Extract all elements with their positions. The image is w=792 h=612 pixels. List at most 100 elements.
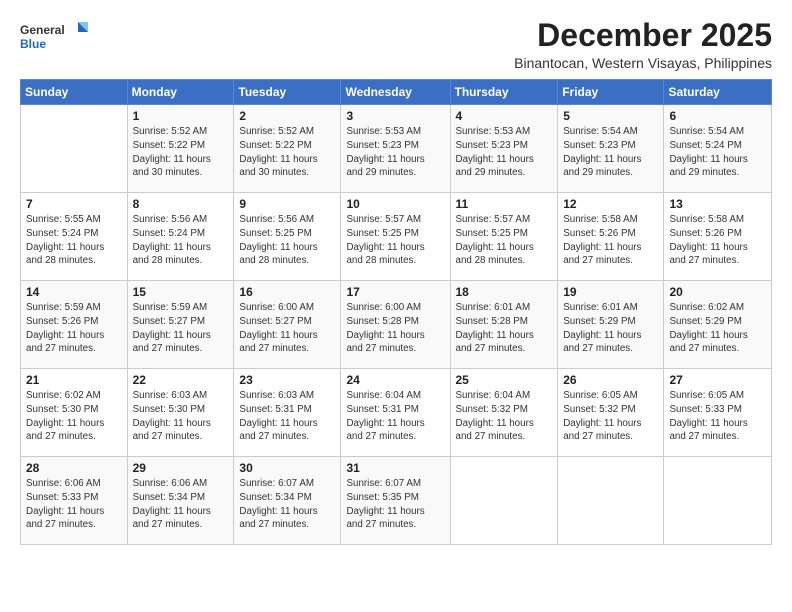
table-cell: 5 Sunrise: 5:54 AM Sunset: 5:23 PM Daylig… <box>558 105 664 193</box>
day-info: Sunrise: 6:03 AM Sunset: 5:31 PM Dayligh… <box>239 389 335 444</box>
table-cell: 17 Sunrise: 6:00 AM Sunset: 5:28 PM Dayli… <box>341 281 450 369</box>
day-number: 28 <box>26 461 122 475</box>
week-row-4: 21Sunrise: 6:02 AM Sunset: 5:30 PM Dayli… <box>21 369 772 457</box>
day-number: 17 <box>346 285 444 299</box>
day-info: Sunrise: 6:04 AM Sunset: 5:31 PM Dayligh… <box>346 389 444 444</box>
day-info: Sunrise: 5:54 AM Sunset: 5:23 PM Dayligh… <box>563 125 658 180</box>
day-number: 16 <box>239 285 335 299</box>
day-number: 20 <box>669 285 766 299</box>
day-number: 9 <box>239 197 335 211</box>
day-number: 14 <box>26 285 122 299</box>
header-saturday: Saturday <box>664 80 772 105</box>
day-number: 26 <box>563 373 658 387</box>
header-wednesday: Wednesday <box>341 80 450 105</box>
location-title: Binantocan, Western Visayas, Philippines <box>514 55 772 71</box>
day-info: Sunrise: 5:59 AM Sunset: 5:26 PM Dayligh… <box>26 301 122 356</box>
day-info: Sunrise: 6:00 AM Sunset: 5:27 PM Dayligh… <box>239 301 335 356</box>
table-cell: 13 Sunrise: 5:58 AM Sunset: 5:26 PM Dayli… <box>664 193 772 281</box>
day-number: 10 <box>346 197 444 211</box>
table-cell: 16 Sunrise: 6:00 AM Sunset: 5:27 PM Dayli… <box>234 281 341 369</box>
table-cell: 14 Sunrise: 5:59 AM Sunset: 5:26 PM Dayli… <box>21 281 128 369</box>
table-cell <box>558 457 664 545</box>
week-row-3: 14 Sunrise: 5:59 AM Sunset: 5:26 PM Dayli… <box>21 281 772 369</box>
table-cell: 3 Sunrise: 5:53 AM Sunset: 5:23 PM Daylig… <box>341 105 450 193</box>
week-row-5: 28 Sunrise: 6:06 AM Sunset: 5:33 PM Dayli… <box>21 457 772 545</box>
weekday-header-row: Sunday Monday Tuesday Wednesday Thursday… <box>21 80 772 105</box>
day-info: Sunrise: 6:06 AM Sunset: 5:34 PM Dayligh… <box>133 477 229 532</box>
day-info: Sunrise: 6:05 AM Sunset: 5:32 PM Dayligh… <box>563 389 658 444</box>
day-info: Sunrise: 6:00 AM Sunset: 5:28 PM Dayligh… <box>346 301 444 356</box>
logo-svg: General Blue <box>20 18 90 58</box>
day-number: 5 <box>563 109 658 123</box>
day-number: 11 <box>456 197 553 211</box>
day-number: 4 <box>456 109 553 123</box>
day-number: 1 <box>133 109 229 123</box>
table-cell <box>450 457 558 545</box>
day-number: 31 <box>346 461 444 475</box>
day-info: Sunrise: 5:56 AM Sunset: 5:25 PM Dayligh… <box>239 213 335 268</box>
day-info: Sunrise: 6:02 AM Sunset: 5:30 PM Dayligh… <box>26 389 122 444</box>
day-number: 29 <box>133 461 229 475</box>
logo: General Blue <box>20 18 90 58</box>
day-info: Sunrise: 6:03 AM Sunset: 5:30 PM Dayligh… <box>133 389 229 444</box>
day-info: Sunrise: 5:57 AM Sunset: 5:25 PM Dayligh… <box>456 213 553 268</box>
header-thursday: Thursday <box>450 80 558 105</box>
day-number: 19 <box>563 285 658 299</box>
month-title: December 2025 <box>514 18 772 53</box>
table-cell: 31 Sunrise: 6:07 AM Sunset: 5:35 PM Dayli… <box>341 457 450 545</box>
table-cell: 2Sunrise: 5:52 AM Sunset: 5:22 PM Daylig… <box>234 105 341 193</box>
title-area: December 2025 Binantocan, Western Visaya… <box>514 18 772 71</box>
day-info: Sunrise: 5:59 AM Sunset: 5:27 PM Dayligh… <box>133 301 229 356</box>
table-cell: 21Sunrise: 6:02 AM Sunset: 5:30 PM Dayli… <box>21 369 128 457</box>
day-info: Sunrise: 5:52 AM Sunset: 5:22 PM Dayligh… <box>133 125 229 180</box>
table-cell <box>21 105 128 193</box>
day-info: Sunrise: 5:57 AM Sunset: 5:25 PM Dayligh… <box>346 213 444 268</box>
day-info: Sunrise: 5:58 AM Sunset: 5:26 PM Dayligh… <box>563 213 658 268</box>
table-cell: 15 Sunrise: 5:59 AM Sunset: 5:27 PM Dayli… <box>127 281 234 369</box>
day-info: Sunrise: 6:07 AM Sunset: 5:35 PM Dayligh… <box>346 477 444 532</box>
day-info: Sunrise: 6:07 AM Sunset: 5:34 PM Dayligh… <box>239 477 335 532</box>
day-info: Sunrise: 5:53 AM Sunset: 5:23 PM Dayligh… <box>346 125 444 180</box>
table-cell: 18Sunrise: 6:01 AM Sunset: 5:28 PM Dayli… <box>450 281 558 369</box>
day-info: Sunrise: 6:02 AM Sunset: 5:29 PM Dayligh… <box>669 301 766 356</box>
header-area: General Blue December 2025 Binantocan, W… <box>20 18 772 71</box>
svg-text:General: General <box>20 23 65 37</box>
table-cell: 22 Sunrise: 6:03 AM Sunset: 5:30 PM Dayli… <box>127 369 234 457</box>
day-info: Sunrise: 6:05 AM Sunset: 5:33 PM Dayligh… <box>669 389 766 444</box>
week-row-1: 1 Sunrise: 5:52 AM Sunset: 5:22 PM Daylig… <box>21 105 772 193</box>
day-number: 8 <box>133 197 229 211</box>
table-cell: 1 Sunrise: 5:52 AM Sunset: 5:22 PM Daylig… <box>127 105 234 193</box>
day-number: 22 <box>133 373 229 387</box>
day-info: Sunrise: 6:04 AM Sunset: 5:32 PM Dayligh… <box>456 389 553 444</box>
calendar-table: Sunday Monday Tuesday Wednesday Thursday… <box>20 79 772 545</box>
table-cell: 28 Sunrise: 6:06 AM Sunset: 5:33 PM Dayli… <box>21 457 128 545</box>
table-cell: 26 Sunrise: 6:05 AM Sunset: 5:32 PM Dayli… <box>558 369 664 457</box>
day-info: Sunrise: 5:53 AM Sunset: 5:23 PM Dayligh… <box>456 125 553 180</box>
table-cell: 25Sunrise: 6:04 AM Sunset: 5:32 PM Dayli… <box>450 369 558 457</box>
table-cell: 11 Sunrise: 5:57 AM Sunset: 5:25 PM Dayli… <box>450 193 558 281</box>
table-cell: 23 Sunrise: 6:03 AM Sunset: 5:31 PM Dayli… <box>234 369 341 457</box>
table-cell: 30 Sunrise: 6:07 AM Sunset: 5:34 PM Dayli… <box>234 457 341 545</box>
day-number: 15 <box>133 285 229 299</box>
week-row-2: 7Sunrise: 5:55 AM Sunset: 5:24 PM Daylig… <box>21 193 772 281</box>
day-info: Sunrise: 6:06 AM Sunset: 5:33 PM Dayligh… <box>26 477 122 532</box>
table-cell: 9 Sunrise: 5:56 AM Sunset: 5:25 PM Daylig… <box>234 193 341 281</box>
table-cell: 27 Sunrise: 6:05 AM Sunset: 5:33 PM Dayli… <box>664 369 772 457</box>
table-cell <box>664 457 772 545</box>
day-number: 3 <box>346 109 444 123</box>
header-sunday: Sunday <box>21 80 128 105</box>
table-cell: 10 Sunrise: 5:57 AM Sunset: 5:25 PM Dayli… <box>341 193 450 281</box>
day-number: 6 <box>669 109 766 123</box>
day-info: Sunrise: 6:01 AM Sunset: 5:28 PM Dayligh… <box>456 301 553 356</box>
day-number: 13 <box>669 197 766 211</box>
day-info: Sunrise: 6:01 AM Sunset: 5:29 PM Dayligh… <box>563 301 658 356</box>
table-cell: 8 Sunrise: 5:56 AM Sunset: 5:24 PM Daylig… <box>127 193 234 281</box>
day-info: Sunrise: 5:56 AM Sunset: 5:24 PM Dayligh… <box>133 213 229 268</box>
day-number: 7 <box>26 197 122 211</box>
day-number: 23 <box>239 373 335 387</box>
day-info: Sunrise: 5:58 AM Sunset: 5:26 PM Dayligh… <box>669 213 766 268</box>
day-number: 30 <box>239 461 335 475</box>
header-friday: Friday <box>558 80 664 105</box>
day-number: 27 <box>669 373 766 387</box>
table-cell: 4 Sunrise: 5:53 AM Sunset: 5:23 PM Daylig… <box>450 105 558 193</box>
